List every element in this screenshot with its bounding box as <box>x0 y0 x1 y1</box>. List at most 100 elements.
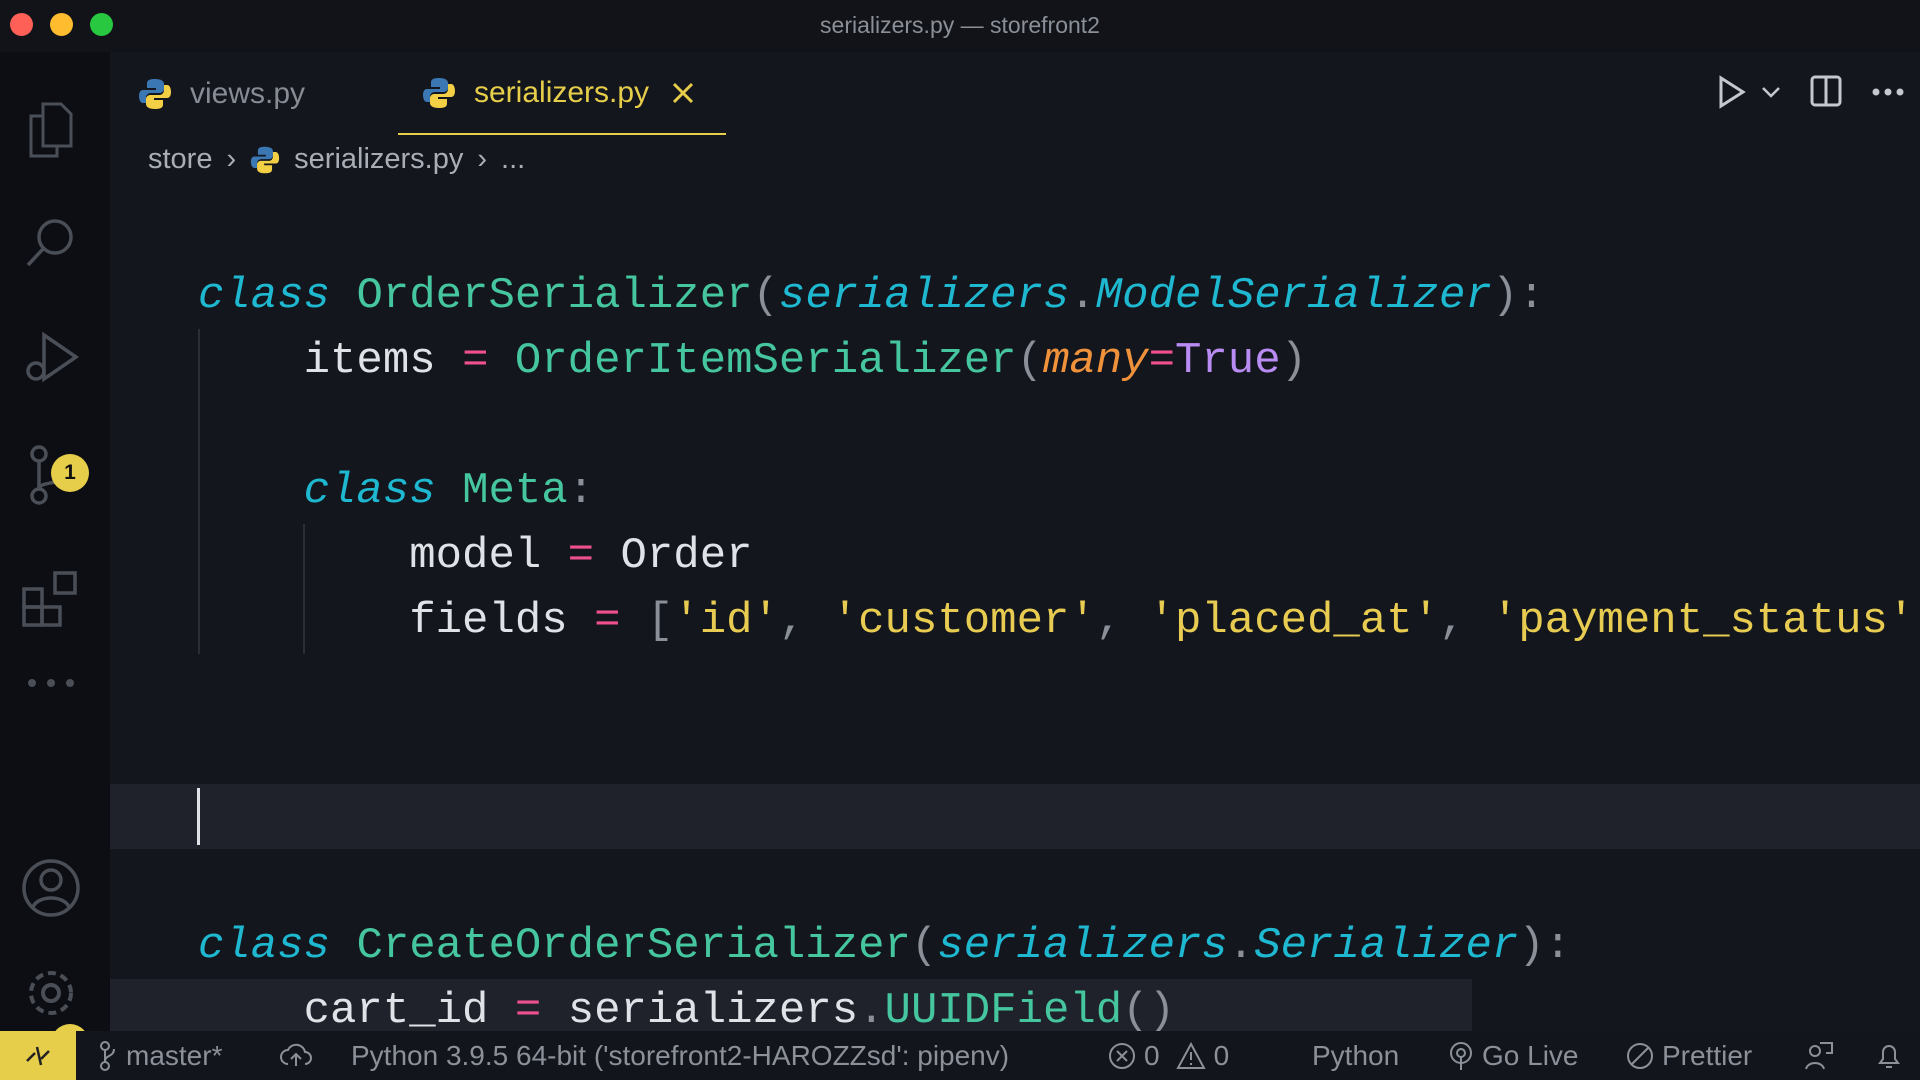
split-editor-icon[interactable] <box>1810 75 1842 107</box>
interpreter-label: Python 3.9.5 64-bit ('storefront2-HAROZZ… <box>351 1039 1010 1071</box>
code-token: OrderItemSerializer <box>514 336 1017 386</box>
tab-serializers-py[interactable]: serializers.py <box>398 52 726 135</box>
code-editor[interactable]: class OrderSerializer(serializers.ModelS… <box>110 264 1920 1044</box>
python-interpreter-button[interactable]: Python 3.9.5 64-bit ('storefront2-HAROZZ… <box>351 1031 1009 1080</box>
run-debug-icon[interactable] <box>20 327 82 389</box>
run-python-button[interactable] <box>1718 75 1782 109</box>
code-line[interactable] <box>110 849 1920 914</box>
breadcrumb-symbol[interactable]: ... <box>501 143 525 176</box>
breadcrumb: store › serializers.py › ... <box>148 143 525 176</box>
code-line[interactable] <box>110 394 1920 459</box>
current-line[interactable] <box>110 784 1920 849</box>
code-token: = <box>567 531 595 581</box>
branch-name: master* <box>126 1039 223 1071</box>
code-token: serializers <box>937 921 1228 971</box>
code-token: = <box>594 596 621 646</box>
code-line[interactable]: model = Order <box>110 524 1920 589</box>
feedback-button[interactable] <box>1804 1031 1834 1080</box>
code-token: True <box>1175 336 1281 386</box>
error-icon <box>1109 1042 1135 1069</box>
code-token: ): <box>1491 271 1545 321</box>
source-control-badge: 1 <box>51 454 89 492</box>
code-token: 'id' <box>673 596 779 646</box>
code-token: cart_id <box>303 986 489 1036</box>
code-token: CreateOrderSerializer <box>356 921 911 971</box>
more-icon[interactable] <box>20 652 82 714</box>
code-token: , <box>778 596 832 646</box>
code-token: : <box>567 466 595 516</box>
search-icon[interactable] <box>20 212 82 274</box>
remote-icon <box>26 1046 50 1065</box>
code-token: items <box>303 336 436 386</box>
code-token: class <box>198 921 331 971</box>
python-file-icon <box>251 146 280 173</box>
chevron-down-icon[interactable] <box>1760 85 1782 99</box>
code-line[interactable] <box>110 719 1920 784</box>
code-token: . <box>858 986 885 1036</box>
sync-button[interactable] <box>280 1031 312 1080</box>
code-token: class <box>198 271 331 321</box>
code-token: = <box>1148 336 1175 386</box>
account-icon[interactable] <box>20 857 82 919</box>
settings-gear-icon[interactable] <box>20 962 82 1024</box>
code-token: = <box>514 986 542 1036</box>
branch-button[interactable]: master* <box>98 1031 222 1080</box>
go-live-button[interactable]: Go Live <box>1448 1031 1579 1080</box>
code-token: 'customer' <box>831 596 1096 646</box>
breadcrumb-folder[interactable]: store <box>148 143 212 176</box>
code-line[interactable]: items = OrderItemSerializer(many=True) <box>110 329 1920 394</box>
code-line[interactable]: class OrderSerializer(serializers.ModelS… <box>110 264 1920 329</box>
code-line[interactable]: class Meta: <box>110 459 1920 524</box>
code-token: , <box>1914 596 1920 646</box>
code-token: () <box>1122 986 1175 1036</box>
remote-button[interactable] <box>0 1031 76 1080</box>
code-token: UUIDField <box>884 986 1123 1036</box>
code-token: serializers <box>778 271 1070 321</box>
python-file-icon <box>139 78 171 109</box>
language-mode-button[interactable]: Python <box>1312 1031 1399 1080</box>
code-token: model <box>409 531 542 581</box>
tab-views-py[interactable]: views.py <box>138 52 305 135</box>
window-title: serializers.py — storefront2 <box>820 12 1100 38</box>
activity-bar: 1 1 <box>0 52 110 1062</box>
code-token: ) <box>1280 336 1308 386</box>
prettier-button[interactable]: Prettier <box>1626 1031 1752 1080</box>
prettier-label: Prettier <box>1662 1039 1753 1071</box>
more-actions-icon[interactable] <box>1872 88 1904 96</box>
error-count: 0 <box>1144 1039 1160 1071</box>
code-line[interactable]: fields = ['id', 'customer', 'placed_at',… <box>110 589 1920 654</box>
editor-tabs: views.py serializers.py <box>110 52 1920 136</box>
broadcast-icon <box>1450 1041 1472 1070</box>
code-token: . <box>1069 271 1096 321</box>
breadcrumb-file[interactable]: serializers.py <box>294 143 463 176</box>
problems-button[interactable]: 0 0 <box>1108 1031 1229 1080</box>
close-tab-icon[interactable] <box>671 81 695 105</box>
code-token: many <box>1042 336 1149 386</box>
run-icon <box>1719 75 1746 109</box>
code-token: . <box>1227 921 1255 971</box>
code-token: fields <box>409 596 568 646</box>
notifications-button[interactable] <box>1876 1031 1902 1080</box>
code-token: class <box>303 466 436 516</box>
code-token: , <box>1439 596 1492 646</box>
explorer-icon[interactable] <box>20 99 82 161</box>
code-token: Order <box>620 531 753 581</box>
branch-icon <box>100 1040 115 1071</box>
code-token: = <box>462 336 489 386</box>
code-line[interactable] <box>110 654 1920 719</box>
code-line[interactable]: class CreateOrderSerializer(serializers.… <box>110 914 1920 979</box>
cloud-upload-icon <box>280 1043 312 1066</box>
person-feedback-icon <box>1805 1041 1833 1069</box>
code-token: OrderSerializer <box>356 271 753 321</box>
code-token: ( <box>752 271 779 321</box>
extensions-icon[interactable] <box>20 568 82 630</box>
status-bar: master* Python 3.9.5 64-bit ('storefront… <box>0 1031 1920 1080</box>
code-token: ( <box>910 921 938 971</box>
